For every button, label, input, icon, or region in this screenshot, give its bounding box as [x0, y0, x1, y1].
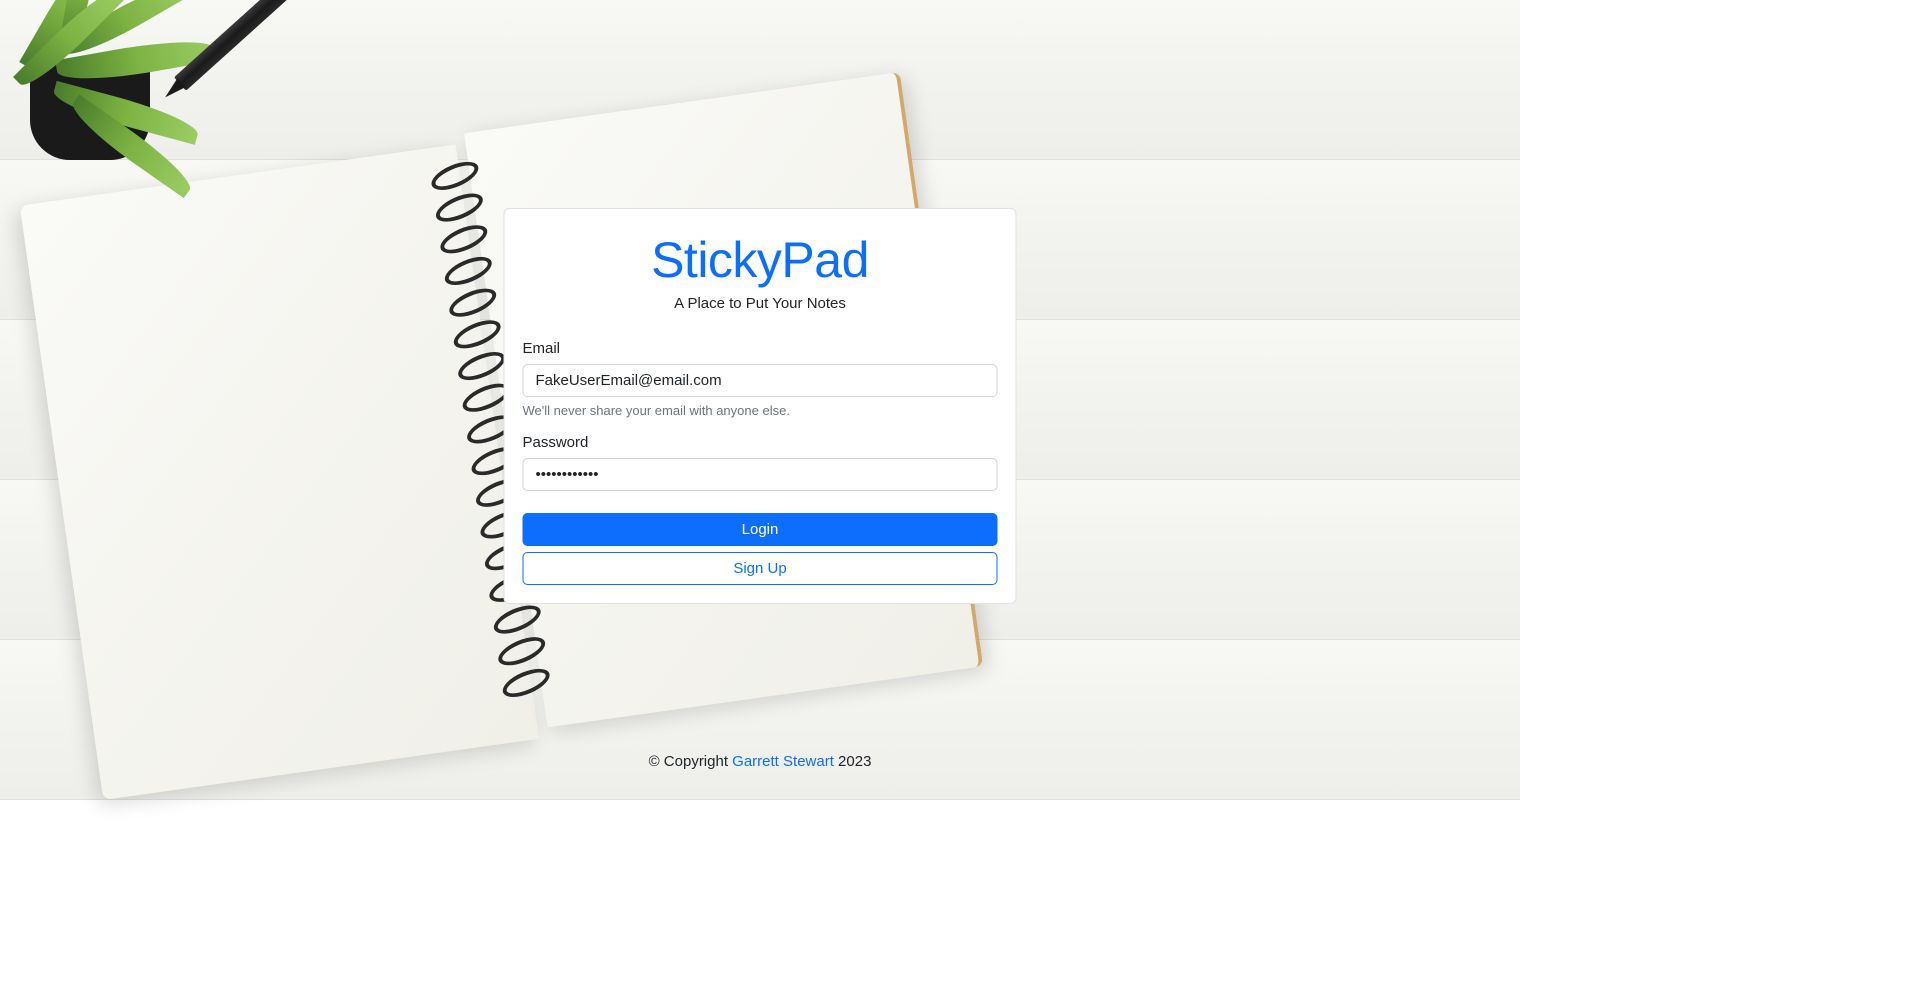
footer: © Copyright Garrett Stewart 2023 — [0, 753, 1520, 770]
password-field[interactable] — [523, 458, 998, 491]
copyright-year: 2023 — [834, 753, 872, 770]
signup-button[interactable]: Sign Up — [523, 552, 998, 585]
email-help-text: We'll never share your email with anyone… — [523, 403, 998, 418]
copyright-prefix: © Copyright — [649, 753, 733, 770]
login-card: StickyPad A Place to Put Your Notes Emai… — [504, 208, 1017, 604]
email-field[interactable] — [523, 364, 998, 397]
app-title: StickyPad — [523, 231, 998, 289]
app-subtitle: A Place to Put Your Notes — [523, 295, 998, 312]
login-button[interactable]: Login — [523, 513, 998, 546]
plant-decoration — [0, 0, 250, 240]
password-label: Password — [523, 434, 998, 451]
email-label: Email — [523, 340, 998, 357]
author-link[interactable]: Garrett Stewart — [732, 753, 834, 770]
